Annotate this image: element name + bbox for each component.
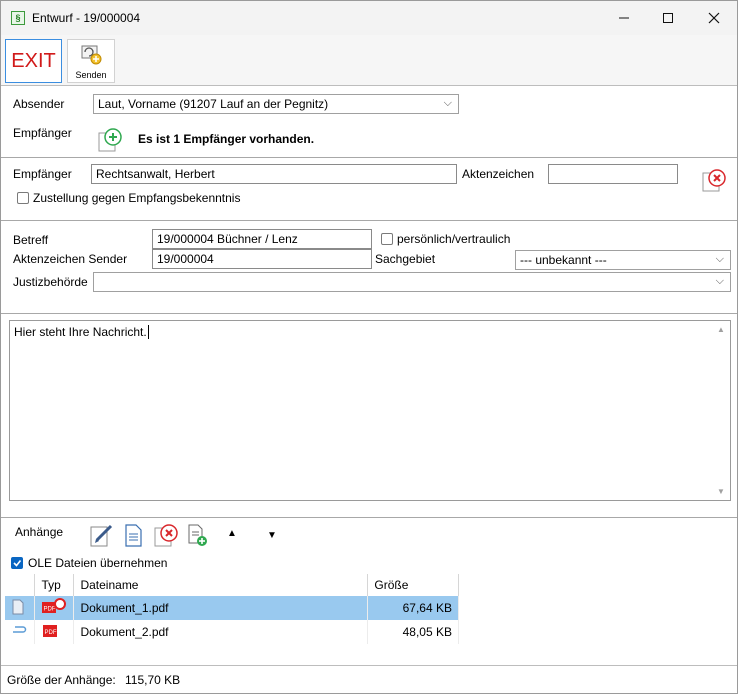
az-sender-field[interactable]: 19/000004 [152, 249, 372, 269]
edit-icon [90, 524, 113, 547]
persoenlich-checkbox[interactable] [381, 233, 393, 245]
sender-label: Absender [13, 97, 65, 111]
close-button[interactable] [691, 1, 737, 35]
table-header: Typ Dateiname Größe [5, 574, 459, 596]
divider [1, 157, 737, 158]
checkmark-icon [13, 560, 22, 567]
sender-select[interactable]: Laut, Vorname (91207 Lauf an der Pegnitz… [93, 94, 459, 114]
app-icon: § [11, 11, 25, 25]
chevron-down-icon: ⌵ [443, 97, 452, 109]
edit-attachment-button[interactable] [89, 522, 115, 548]
betreff-label: Betreff [13, 233, 49, 247]
justiz-select[interactable]: ⌵ [93, 272, 731, 292]
status-cell [5, 596, 36, 620]
maximize-button[interactable] [645, 1, 691, 35]
type-cell: PDF [34, 596, 75, 620]
sender-value: Laut, Vorname (91207 Lauf an der Pegnitz… [98, 97, 329, 111]
ole-checkbox[interactable] [11, 557, 23, 569]
divider [1, 220, 737, 221]
svg-text:PDF: PDF [44, 606, 56, 612]
document-status-icon [12, 599, 24, 614]
aktenzeichen-field[interactable] [548, 164, 678, 184]
pdf-icon: PDF [43, 624, 58, 637]
close-icon [708, 12, 720, 24]
add-icon [98, 128, 122, 152]
minimize-button[interactable] [601, 1, 647, 35]
message-scrollbar[interactable]: ▲ ▼ [713, 321, 730, 500]
divider [1, 313, 737, 314]
send-icon [81, 45, 102, 65]
maximize-icon [663, 13, 673, 23]
table-row[interactable]: PDF Dokument_1.pdf 67,64 KB [5, 596, 459, 620]
ole-label: OLE Dateien übernehmen [28, 556, 168, 570]
status-value: 115,70 KB [125, 673, 181, 687]
divider [1, 517, 737, 518]
delete-attachment-button[interactable] [153, 522, 179, 548]
sachgebiet-label: Sachgebiet [375, 252, 436, 266]
move-up-button[interactable]: ▲ [227, 528, 237, 539]
exit-button[interactable]: EXIT [5, 39, 62, 83]
persoenlich-label: persönlich/vertraulich [397, 232, 511, 246]
zustellung-label: Zustellung gegen Empfangsbekenntnis [33, 191, 241, 205]
add-attachment-button[interactable] [185, 522, 211, 548]
recipient-count-text: Es ist 1 Empfänger vorhanden. [138, 132, 315, 146]
type-cell: PDF [34, 620, 75, 644]
az-sender-label: Aktenzeichen Sender [13, 252, 128, 266]
move-down-button[interactable]: ▼ [267, 530, 277, 541]
dialog-window: § Entwurf - 19/000004 EXIT Senden Absend… [0, 0, 738, 694]
open-attachment-button[interactable] [121, 522, 147, 548]
status-label: Größe der Anhänge: [7, 673, 116, 687]
send-label: Senden [75, 70, 107, 80]
recipients-label: Empfänger [13, 126, 72, 140]
status-bar: Größe der Anhänge: 115,70 KB [1, 665, 737, 693]
attachments-table: Typ Dateiname Größe PDF Dokument_1.pdf 6… [5, 574, 459, 650]
paperclip-icon [13, 625, 27, 633]
minimize-icon [619, 17, 629, 19]
zustellung-checkbox[interactable] [17, 192, 29, 204]
window-title: Entwurf - 19/000004 [32, 11, 141, 25]
size-cell: 48,05 KB [367, 620, 459, 644]
filename-cell: Dokument_1.pdf [73, 596, 369, 620]
sachgebiet-select[interactable]: --- unbekannt --- ⌵ [515, 250, 731, 270]
pdf-icon: PDF [42, 597, 67, 613]
text-caret [147, 325, 149, 339]
document-icon [125, 524, 142, 547]
column-header-status[interactable] [5, 574, 36, 596]
scroll-up-icon[interactable]: ▲ [717, 325, 725, 334]
attachments-label: Anhänge [15, 525, 64, 539]
status-cell [5, 620, 36, 644]
delete-icon [154, 524, 178, 547]
filename-cell: Dokument_2.pdf [73, 620, 369, 644]
arrow-down-icon: ▼ [267, 530, 277, 541]
send-button[interactable]: Senden [67, 39, 115, 83]
recipient-detail-label: Empfänger [13, 167, 72, 181]
table-row[interactable]: PDF Dokument_2.pdf 48,05 KB [5, 620, 459, 644]
chevron-down-icon: ⌵ [715, 275, 724, 287]
remove-recipient-button[interactable] [701, 167, 727, 193]
chevron-down-icon: ⌵ [715, 253, 724, 265]
sachgebiet-value: --- unbekannt --- [520, 253, 607, 267]
size-cell: 67,64 KB [367, 596, 459, 620]
scroll-down-icon[interactable]: ▼ [717, 487, 725, 496]
message-text: Hier steht Ihre Nachricht. [14, 325, 149, 339]
betreff-field[interactable]: 19/000004 Büchner / Lenz [152, 229, 372, 249]
arrow-up-icon: ▲ [227, 528, 237, 539]
recipient-name-field[interactable]: Rechtsanwalt, Herbert [91, 164, 457, 184]
delete-icon [702, 169, 726, 192]
aktenzeichen-label: Aktenzeichen [462, 167, 535, 181]
add-document-icon [188, 524, 207, 546]
justiz-label: Justizbehörde [13, 275, 88, 289]
column-header-typ[interactable]: Typ [34, 574, 75, 596]
column-header-groesse[interactable]: Größe [367, 574, 459, 596]
add-recipient-button[interactable] [97, 127, 123, 153]
svg-text:PDF: PDF [45, 630, 57, 636]
column-header-dateiname[interactable]: Dateiname [73, 574, 369, 596]
message-textarea[interactable]: Hier steht Ihre Nachricht. ▲ ▼ [9, 320, 731, 501]
